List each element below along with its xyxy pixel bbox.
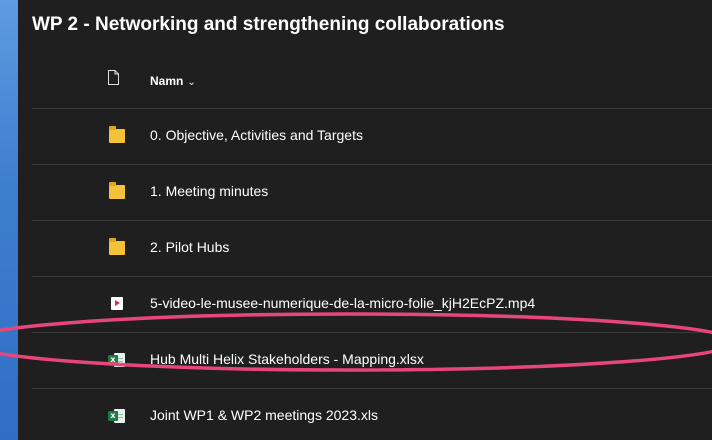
folder-icon bbox=[109, 182, 125, 199]
item-name[interactable]: 0. Objective, Activities and Targets bbox=[150, 127, 363, 143]
list-item-excel-hub-mapping[interactable]: x Hub Multi Helix Stakeholders - Mapping… bbox=[32, 333, 712, 389]
item-name[interactable]: Hub Multi Helix Stakeholders - Mapping.x… bbox=[150, 351, 424, 367]
excel-file-icon: x bbox=[108, 352, 126, 368]
list-item-folder-pilot-hubs[interactable]: 2. Pilot Hubs bbox=[32, 221, 712, 277]
chevron-down-icon[interactable]: ⌄ bbox=[187, 77, 195, 88]
item-name[interactable]: 2. Pilot Hubs bbox=[150, 239, 229, 255]
desktop-background: WP 2 - Networking and strengthening coll… bbox=[0, 0, 712, 440]
list-item-folder-meeting-minutes[interactable]: 1. Meeting minutes bbox=[32, 165, 712, 221]
excel-file-icon: x bbox=[108, 408, 126, 424]
folder-title: WP 2 - Networking and strengthening coll… bbox=[32, 14, 505, 35]
name-column-header[interactable]: Namn ⌄ bbox=[150, 74, 196, 88]
list-item-video-file[interactable]: 5-video-le-musee-numerique-de-la-micro-f… bbox=[32, 277, 712, 333]
folder-icon bbox=[109, 126, 125, 143]
name-column-label: Namn bbox=[150, 74, 184, 88]
folder-icon bbox=[109, 238, 125, 255]
file-list-panel: WP 2 - Networking and strengthening coll… bbox=[18, 0, 712, 440]
item-name[interactable]: 1. Meeting minutes bbox=[150, 183, 268, 199]
item-name[interactable]: 5-video-le-musee-numerique-de-la-micro-f… bbox=[150, 295, 535, 311]
column-header-row: Namn ⌄ bbox=[32, 56, 712, 109]
list-item-folder-objective[interactable]: 0. Objective, Activities and Targets bbox=[32, 109, 712, 165]
item-name[interactable]: Joint WP1 & WP2 meetings 2023.xls bbox=[150, 407, 378, 423]
list-item-excel-joint-meetings[interactable]: x Joint WP1 & WP2 meetings 2023.xls bbox=[32, 389, 712, 440]
video-file-icon bbox=[111, 297, 123, 310]
document-icon bbox=[108, 70, 119, 85]
